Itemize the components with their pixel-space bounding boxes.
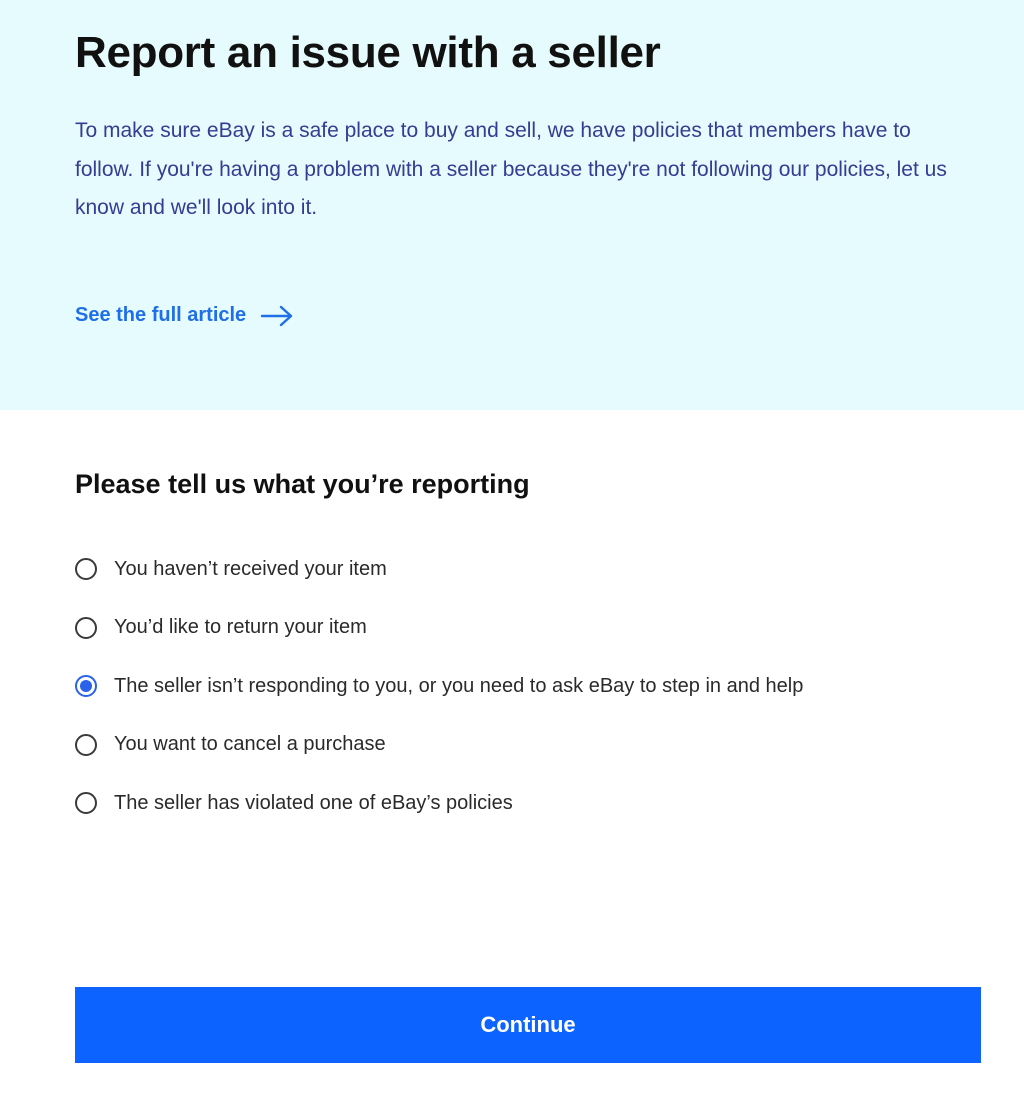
radio-button[interactable] bbox=[75, 558, 97, 581]
option-label: The seller isn’t responding to you, or y… bbox=[114, 674, 804, 697]
option-label: The seller has violated one of eBay’s po… bbox=[114, 791, 513, 814]
option-label: You haven’t received your item bbox=[114, 557, 387, 580]
option-not-received[interactable]: You haven’t received your item bbox=[75, 540, 975, 599]
page-title: Report an issue with a seller bbox=[75, 28, 661, 77]
option-seller-not-responding[interactable]: The seller isn’t responding to you, or y… bbox=[75, 657, 975, 716]
option-label: You’d like to return your item bbox=[114, 616, 367, 639]
section-heading: Please tell us what you’re reporting bbox=[75, 469, 530, 499]
radio-button[interactable] bbox=[75, 675, 97, 698]
option-cancel-purchase[interactable]: You want to cancel a purchase bbox=[75, 716, 975, 775]
radio-button[interactable] bbox=[75, 792, 97, 815]
option-return-item[interactable]: You’d like to return your item bbox=[75, 599, 975, 658]
radio-button[interactable] bbox=[75, 616, 97, 639]
see-full-article-label: See the full article bbox=[75, 304, 247, 326]
intro-text: To make sure eBay is a safe place to buy… bbox=[75, 119, 947, 219]
arrow-right-icon bbox=[260, 305, 293, 326]
option-label: You want to cancel a purchase bbox=[114, 733, 386, 756]
intro-panel: Report an issue with a seller To make su… bbox=[0, 0, 1024, 410]
continue-button[interactable]: Continue bbox=[75, 987, 981, 1063]
radio-button[interactable] bbox=[75, 733, 97, 756]
report-reason-options: You haven’t received your item You’d lik… bbox=[75, 540, 975, 833]
option-policy-violation[interactable]: The seller has violated one of eBay’s po… bbox=[75, 774, 975, 833]
see-full-article-link[interactable]: See the full article bbox=[75, 304, 294, 327]
